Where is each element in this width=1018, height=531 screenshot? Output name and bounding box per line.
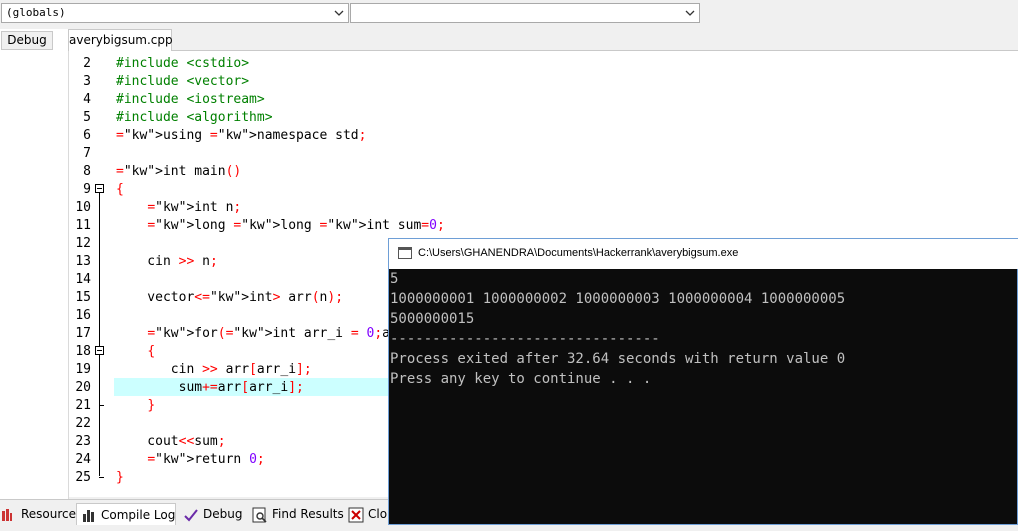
chevron-down-icon[interactable] — [684, 7, 696, 19]
tab-averybigsum-cpp[interactable]: averybigsum.cpp — [68, 29, 173, 51]
fold-toggle-main[interactable] — [95, 184, 104, 193]
line-number: 13 — [75, 254, 91, 269]
tab-compile-log-label: Compile Log — [101, 508, 176, 522]
tab-compile-log[interactable]: Compile Log — [76, 503, 176, 525]
code-line[interactable]: { — [116, 181, 124, 199]
scope-combo[interactable]: (globals) — [1, 3, 349, 23]
line-number: 16 — [75, 308, 91, 323]
fold-toggle-for[interactable] — [95, 346, 104, 355]
console-output-line: -------------------------------- — [390, 331, 660, 347]
project-panel — [0, 29, 69, 499]
code-line[interactable]: } — [116, 469, 124, 487]
line-number: 11 — [75, 218, 91, 233]
tab-resources[interactable]: Resources — [1, 503, 82, 525]
line-number: 9 — [83, 182, 91, 197]
console-output-line: 5000000015 — [390, 311, 475, 327]
line-number: 7 — [83, 146, 91, 161]
console-title: C:\Users\GHANENDRA\Documents\Hackerrank\… — [418, 247, 739, 259]
code-line[interactable]: cin >> arr[arr_i]; — [116, 361, 312, 379]
tab-close[interactable]: Clo — [348, 503, 387, 525]
close-tab-icon — [348, 507, 364, 523]
line-number: 23 — [75, 434, 91, 449]
code-line[interactable]: vector<="kw">int> arr(n); — [116, 289, 343, 307]
console-titlebar[interactable]: C:\Users\GHANENDRA\Documents\Hackerrank\… — [389, 239, 1018, 269]
fold-end-marker — [99, 405, 104, 406]
code-line[interactable]: cout<<sum; — [116, 433, 225, 451]
compile-log-icon — [81, 508, 97, 524]
line-number: 2 — [83, 56, 91, 71]
console-output-line: Press any key to continue . . . — [390, 371, 652, 387]
tab-debug-output-label: Debug — [203, 507, 243, 521]
resources-icon — [1, 507, 17, 523]
tab-find-results-label: Find Results — [272, 507, 344, 521]
code-line[interactable]: ="kw">long ="kw">long ="kw">int sum=0; — [116, 217, 444, 235]
line-number: 22 — [75, 416, 91, 431]
line-number: 21 — [75, 398, 91, 413]
code-line[interactable]: } — [116, 397, 155, 415]
line-number: 8 — [83, 164, 91, 179]
code-line[interactable]: cin >> n; — [116, 253, 217, 271]
checkmark-icon — [183, 507, 199, 523]
tab-debug[interactable]: Debug — [1, 31, 53, 50]
line-number: 4 — [83, 92, 91, 107]
tab-debug-output[interactable]: Debug — [183, 503, 242, 525]
tab-strip-divider — [68, 50, 1018, 51]
line-number: 15 — [75, 290, 91, 305]
code-line[interactable]: #include <cstdio> — [116, 55, 249, 73]
code-line[interactable]: { — [116, 343, 155, 361]
code-line[interactable]: ="kw">using ="kw">namespace std; — [116, 127, 366, 145]
tab-resources-label: Resources — [21, 507, 83, 521]
line-number: 12 — [75, 236, 91, 251]
code-line[interactable]: #include <vector> — [116, 73, 249, 91]
line-number: 18 — [75, 344, 91, 359]
console-window-icon — [398, 247, 412, 259]
line-number: 10 — [75, 200, 91, 215]
fold-end-marker — [99, 477, 104, 478]
line-number: 25 — [75, 470, 91, 485]
line-number: 3 — [83, 74, 91, 89]
member-combo[interactable] — [350, 3, 700, 23]
line-number: 6 — [83, 128, 91, 143]
code-line[interactable]: #include <iostream> — [116, 91, 265, 109]
code-line[interactable]: ="kw">int n; — [116, 199, 241, 217]
chevron-down-icon[interactable] — [333, 7, 345, 19]
line-number: 5 — [83, 110, 91, 125]
line-number: 19 — [75, 362, 91, 377]
toolbar: (globals) — [0, 0, 1018, 28]
line-number: 14 — [75, 272, 91, 287]
code-line[interactable]: ="kw">return 0; — [116, 451, 264, 469]
line-number: 20 — [75, 380, 91, 395]
console-output-line: Process exited after 32.64 seconds with … — [390, 351, 846, 367]
find-results-icon — [252, 507, 268, 523]
code-line[interactable]: sum+=arr[arr_i]; — [116, 379, 304, 397]
tab-find-results[interactable]: Find Results — [252, 503, 344, 525]
fold-guide — [99, 193, 100, 476]
code-line[interactable]: #include <algorithm> — [116, 109, 273, 127]
scope-combo-value: (globals) — [6, 6, 66, 19]
console-output-line: 1000000001 1000000002 1000000003 1000000… — [390, 291, 846, 307]
code-line[interactable]: ="kw">int main() — [116, 163, 241, 181]
line-number: 17 — [75, 326, 91, 341]
console-output-line: 5 — [390, 271, 399, 287]
line-number: 24 — [75, 452, 91, 467]
tab-close-label: Clo — [368, 507, 388, 521]
